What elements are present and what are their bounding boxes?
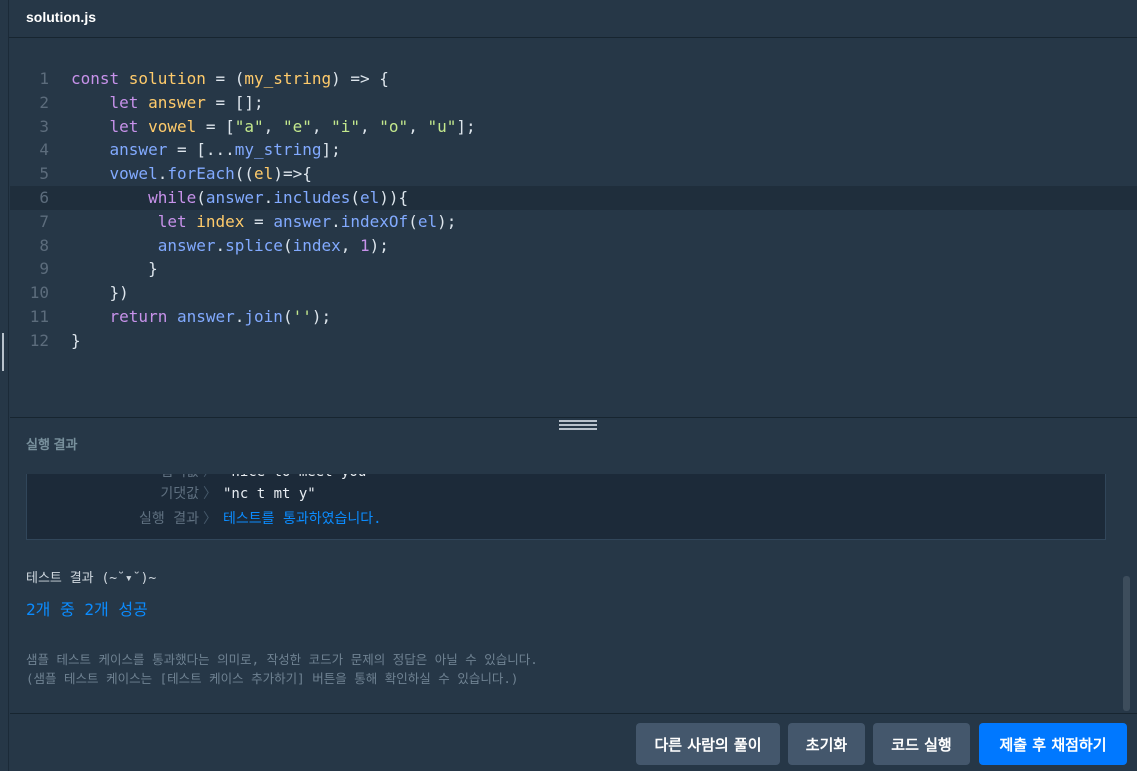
code-line[interactable]: 5 vowel.forEach((el)=>{ [10,162,1137,186]
chevron-right-icon: 〉 [203,511,217,527]
action-bar: 다른 사람의 풀이 초기화 코드 실행 제출 후 채점하기 [10,713,1137,771]
left-resize-rail[interactable] [0,0,9,771]
expected-label: 기댓값 [160,486,199,502]
code-line[interactable]: 4 answer = [...my_string]; [10,138,1137,162]
code-line[interactable]: 1 const solution = (my_string) => { [10,67,1137,91]
actual-value: 테스트를 통과하였습니다. [223,511,382,527]
filename-tab[interactable]: solution.js [26,9,96,25]
code-text[interactable]: while(answer.includes(el)){ [71,186,408,210]
code-text[interactable]: const solution = (my_string) => { [71,67,389,91]
run-code-button[interactable]: 코드 실행 [873,723,970,765]
editor-tab-bar: solution.js [0,0,1137,38]
chevron-right-icon: 〉 [203,474,217,483]
line-number: 1 [39,69,49,88]
line-number: 4 [39,140,49,160]
reset-button[interactable]: 초기화 [788,723,865,765]
code-line[interactable]: 7 let index = answer.indexOf(el); [10,210,1137,234]
code-text[interactable]: return answer.join(''); [71,305,332,329]
drag-handle-icon[interactable] [559,420,597,432]
code-text[interactable]: let answer = []; [71,91,264,115]
actual-row: 실행 결과 〉 테스트를 통과하였습니다. [27,508,1107,530]
line-number: 10 [29,283,49,303]
code-line[interactable]: 9 } [10,257,1137,281]
result-panel-header: 실행 결과 [10,417,1137,475]
code-line[interactable]: 8 answer.splice(index, 1); [10,234,1137,258]
code-line[interactable]: 6 while(answer.includes(el)){ [10,186,1137,210]
code-text[interactable]: }) [71,281,129,305]
code-text[interactable]: vowel.forEach((el)=>{ [71,162,312,186]
code-text[interactable]: answer.splice(index, 1); [71,234,389,258]
expected-row: 기댓값 〉 "nc t mt y" [27,483,1107,505]
result-note-line: 샘플 테스트 케이스를 통과했다는 의미로, 작성한 코드가 문제의 정답은 아… [26,652,538,667]
line-number: 7 [39,211,49,231]
code-line[interactable]: 12} [10,329,1137,353]
code-text[interactable]: answer = [...my_string]; [71,138,341,162]
code-text[interactable]: } [71,257,158,281]
code-text[interactable]: let vowel = ["a", "e", "i", "o", "u"]; [71,115,476,139]
line-number: 11 [29,307,49,326]
test-result-count: 2개 중 2개 성공 [26,600,148,619]
result-scrollbar[interactable] [1123,576,1130,711]
code-line[interactable]: 2 let answer = []; [10,91,1137,115]
result-panel[interactable]: 입력값 〉 "nice to meet you" 기댓값 〉 "nc t mt … [10,474,1137,713]
input-label: 입력값 [160,474,199,483]
actual-label: 실행 결과 [139,511,199,527]
input-value: "nice to meet you" [223,474,375,483]
line-number: 5 [39,164,49,184]
others-solution-button[interactable]: 다른 사람의 풀이 [636,723,780,765]
test-result-title: 테스트 결과 (~˘▾˘)~ [26,571,157,586]
line-number: 6 [39,188,49,207]
submit-button[interactable]: 제출 후 채점하기 [979,723,1127,765]
expected-value: "nc t mt y" [223,486,316,502]
line-number: 12 [29,330,49,350]
result-section-title: 실행 결과 [26,437,78,452]
code-text[interactable]: let index = answer.indexOf(el); [71,210,457,234]
chevron-right-icon: 〉 [203,486,217,502]
test-case-box: 입력값 〉 "nice to meet you" 기댓값 〉 "nc t mt … [26,474,1106,540]
code-line[interactable]: 10 }) [10,281,1137,305]
input-row: 입력값 〉 "nice to meet you" [27,474,1107,483]
code-text[interactable]: } [71,329,81,353]
line-number: 2 [39,92,49,112]
code-line[interactable]: 3 let vowel = ["a", "e", "i", "o", "u"]; [10,115,1137,139]
result-note-line: (샘플 테스트 케이스는 [테스트 케이스 추가하기] 버튼을 통해 확인하실 … [26,671,519,686]
line-number: 9 [39,259,49,279]
code-line[interactable]: 11 return answer.join(''); [10,305,1137,329]
code-editor[interactable]: 1 const solution = (my_string) => {2 let … [10,38,1137,418]
line-number: 3 [39,116,49,136]
line-number: 8 [39,235,49,255]
resize-grip-icon[interactable] [2,333,4,371]
